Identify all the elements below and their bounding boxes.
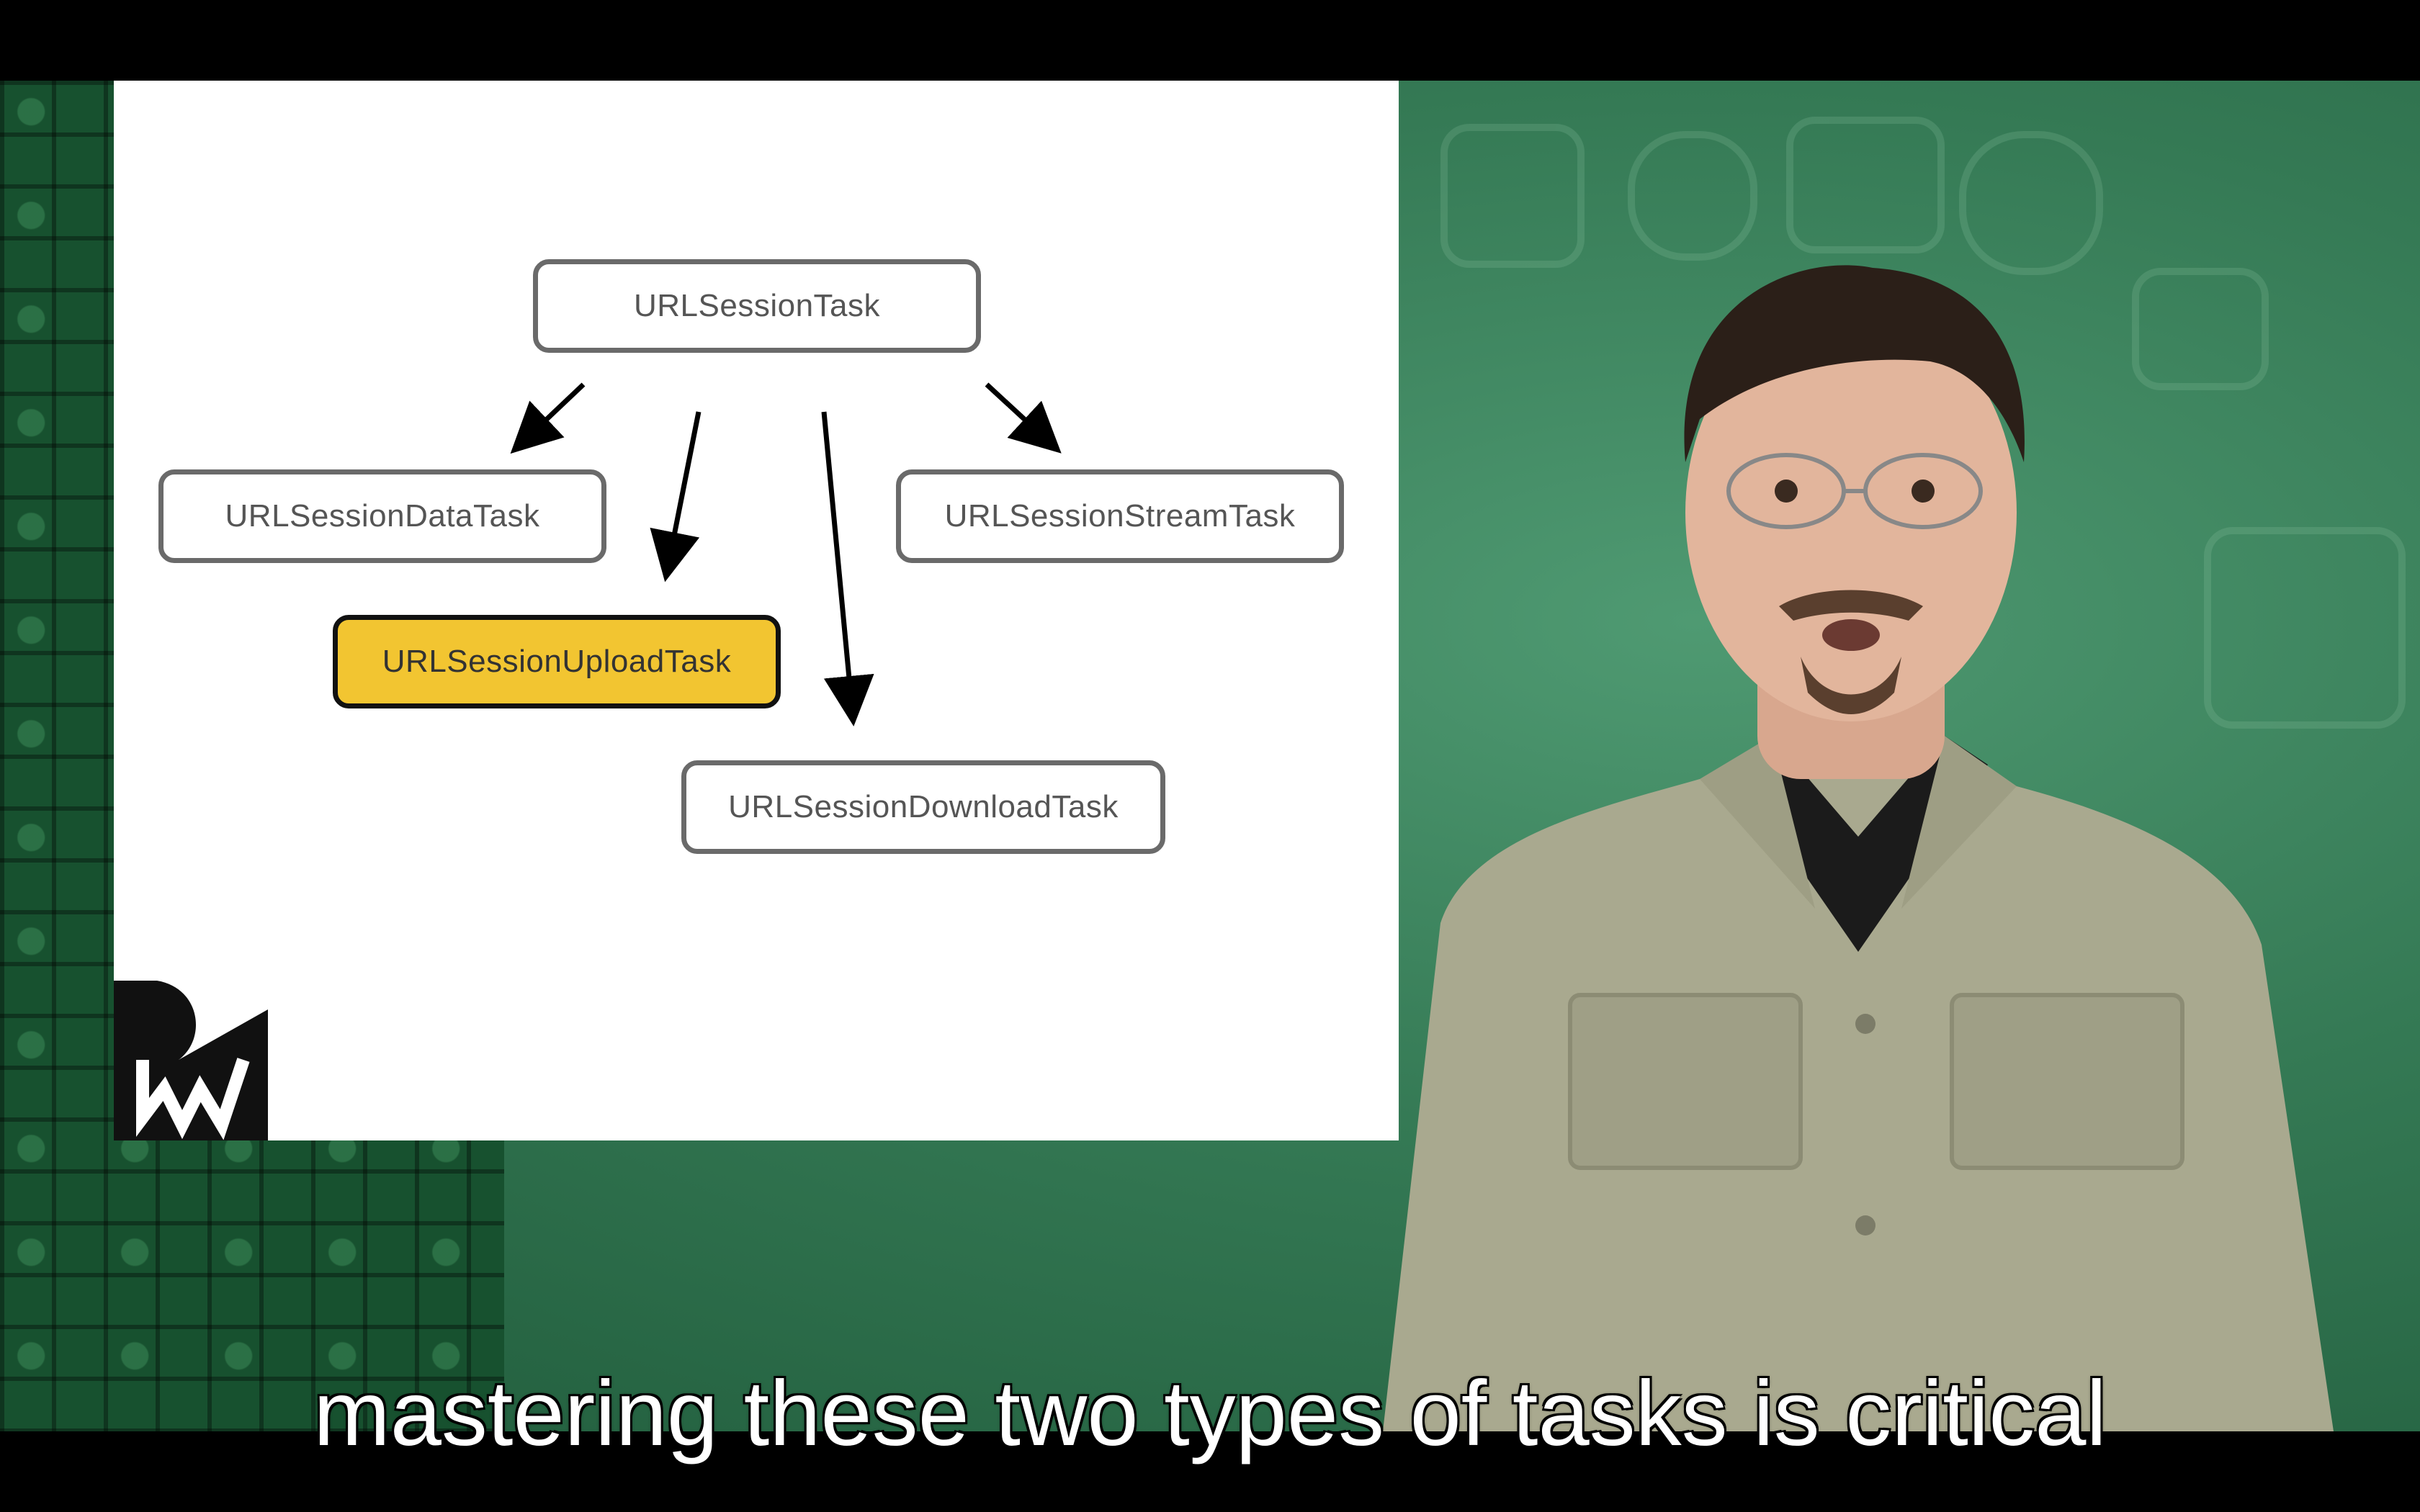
node-label: URLSessionDataTask [225,498,540,534]
video-caption: mastering these two types of tasks is cr… [313,1362,2107,1465]
diagram-node-uploadtask: URLSessionUploadTask [333,615,781,708]
node-label: URLSessionDownloadTask [728,789,1119,824]
rw-logo [114,981,268,1140]
diagram-node-downloadtask: URLSessionDownloadTask [681,760,1165,854]
video-frame: URLSessionTask URLSessionDataTask URLSes… [0,81,2420,1431]
arrow-to-data-task [510,382,586,454]
diagram-node-datatask: URLSessionDataTask [158,469,606,563]
arrow-to-stream-task [985,382,1062,454]
presentation-slide: URLSessionTask URLSessionDataTask URLSes… [114,81,1399,1140]
presenter-figure [1383,265,2334,1431]
diagram-node-streamtask: URLSessionStreamTask [896,469,1344,563]
node-label: URLSessionUploadTask [382,644,732,679]
node-label: URLSessionTask [633,288,881,323]
node-label: URLSessionStreamTask [944,498,1296,534]
diagram-arrows [510,382,1062,726]
arrow-to-upload-task [650,411,702,582]
diagram-node-urlsessiontask: URLSessionTask [533,259,981,353]
arrow-to-download-task [821,411,874,726]
